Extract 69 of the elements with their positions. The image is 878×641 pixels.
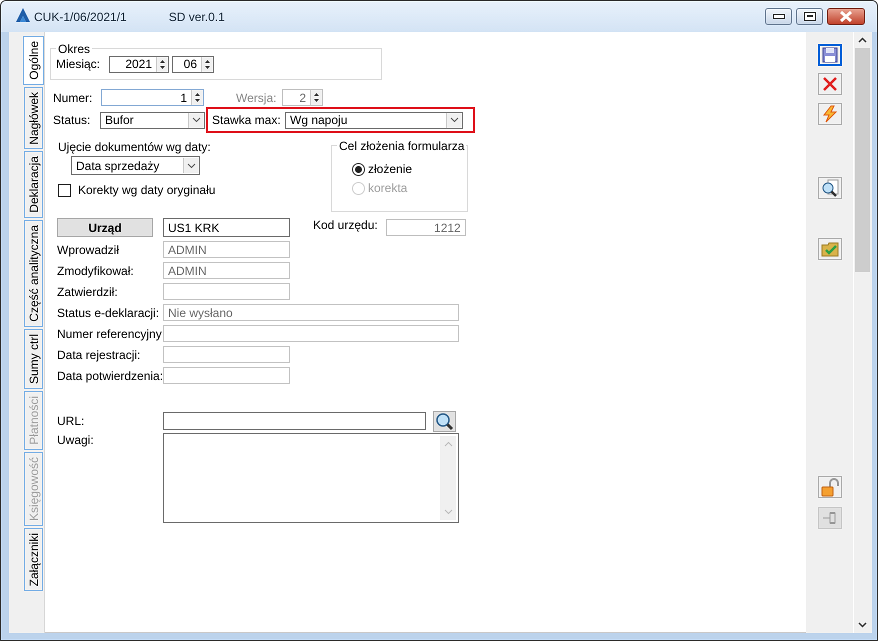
spin-field[interactable]: 1 bbox=[101, 89, 204, 106]
text-field[interactable]: US1 KRK bbox=[163, 218, 290, 237]
radio-circle-icon bbox=[352, 182, 365, 194]
window-title: CUK-1/06/2021/1 bbox=[34, 10, 127, 24]
dropdown[interactable]: Data sprzedaży bbox=[71, 156, 200, 175]
field-label: URL: bbox=[57, 414, 86, 428]
chevron-icon[interactable] bbox=[188, 112, 204, 128]
text-field[interactable]: ADMIN bbox=[163, 262, 290, 279]
text-field[interactable] bbox=[163, 346, 290, 363]
field-label: Uwagi: bbox=[57, 433, 95, 449]
field-label: Zmodyfikował: bbox=[57, 264, 135, 278]
toolbar-button[interactable] bbox=[818, 44, 842, 66]
folder-check-icon bbox=[820, 241, 838, 257]
dropdown[interactable]: Bufor bbox=[100, 112, 205, 128]
field-label: Status: bbox=[53, 113, 92, 127]
text-field[interactable] bbox=[163, 283, 290, 300]
field-label: Data rejestracji: bbox=[57, 348, 142, 362]
vertical-tab[interactable]: Załączniki bbox=[24, 528, 43, 591]
field-label: Numer referencyjny bbox=[57, 326, 163, 340]
text-field[interactable]: Nie wysłano bbox=[163, 304, 459, 321]
minimize-button[interactable] bbox=[765, 8, 792, 25]
close-icon bbox=[839, 11, 853, 22]
field-label: Data potwierdzenia: bbox=[57, 368, 163, 382]
field-label: Kod urzędu: bbox=[313, 218, 378, 232]
text-field[interactable] bbox=[163, 325, 459, 342]
field-label: Stawka max: bbox=[212, 113, 282, 127]
spin-field[interactable]: 06 bbox=[172, 56, 214, 72]
field-label: Numer: bbox=[53, 90, 94, 104]
maximize-icon bbox=[804, 12, 816, 21]
preview-icon bbox=[820, 179, 838, 197]
version-label: SD ver.0.1 bbox=[168, 10, 225, 24]
text-field[interactable] bbox=[163, 367, 290, 384]
vertical-tab[interactable]: Deklaracja bbox=[24, 151, 43, 218]
spin-field[interactable]: 2021 bbox=[109, 56, 170, 72]
save-icon bbox=[822, 47, 838, 63]
text-field[interactable]: 1212 bbox=[386, 219, 466, 236]
chevron-icon[interactable] bbox=[183, 158, 199, 173]
vertical-tab[interactable]: Sumy ctrl bbox=[24, 328, 43, 389]
field-label: Wersja: bbox=[236, 90, 278, 104]
toolbar-button[interactable] bbox=[818, 177, 842, 199]
search-button[interactable] bbox=[433, 410, 456, 432]
radio-circle-icon bbox=[352, 162, 365, 176]
vertical-tab[interactable]: Nagłówek bbox=[24, 86, 43, 150]
lightning-icon bbox=[822, 105, 838, 123]
field-label: Status e-deklaracji: bbox=[57, 306, 160, 320]
vertical-tab[interactable]: Część analityczna bbox=[24, 220, 43, 327]
field-label: Zatwierdził: bbox=[57, 284, 119, 298]
field-label: Miesiąc: bbox=[56, 57, 100, 71]
group-title: Cel złożenia formularza bbox=[337, 139, 466, 153]
radio-option[interactable]: złożenie bbox=[352, 162, 467, 176]
notes-field[interactable] bbox=[163, 433, 459, 523]
delete-icon bbox=[822, 76, 838, 92]
close-button[interactable] bbox=[827, 8, 865, 25]
padlock-icon bbox=[820, 478, 838, 496]
field-label: Ujęcie dokumentów wg daty: bbox=[58, 140, 212, 154]
field-label: Wprowadził bbox=[57, 242, 120, 256]
url-field[interactable] bbox=[163, 412, 426, 430]
logo-icon bbox=[16, 8, 30, 22]
text-field[interactable]: ADMIN bbox=[163, 241, 290, 258]
dropdown[interactable]: Wg napoju bbox=[285, 112, 463, 128]
scroll-bar[interactable] bbox=[440, 436, 456, 520]
vertical-tab[interactable]: Ogólne bbox=[23, 36, 44, 85]
checkbox[interactable]: Korekty wg daty oryginału bbox=[58, 183, 331, 197]
pin-icon bbox=[822, 511, 838, 525]
minimize-icon bbox=[772, 14, 784, 20]
group-title: Okres bbox=[56, 42, 92, 56]
maximize-button[interactable] bbox=[796, 8, 823, 25]
office-button[interactable]: Urząd bbox=[57, 218, 153, 237]
chevron-icon[interactable] bbox=[446, 112, 462, 128]
